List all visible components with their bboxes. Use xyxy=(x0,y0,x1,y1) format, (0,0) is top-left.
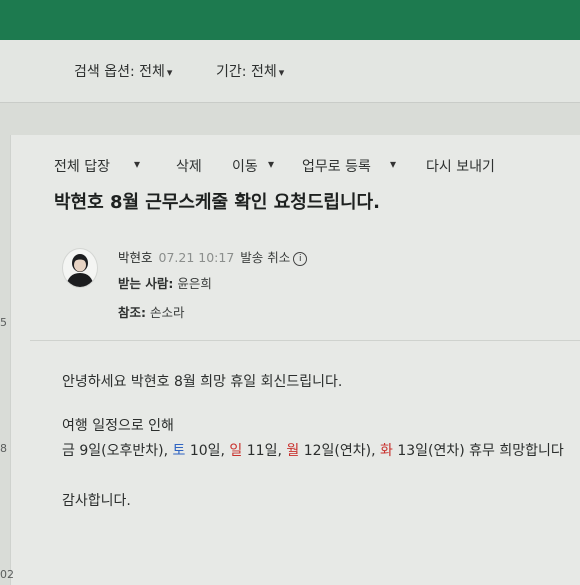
period-value: 전체 xyxy=(250,64,277,80)
search-option-label: 검색 옵션: xyxy=(74,64,135,80)
recipients-row: 받는 사람: 윤은희 xyxy=(118,273,212,292)
search-option-value: 전체 xyxy=(139,64,165,80)
chevron-down-icon[interactable]: ▾ xyxy=(268,157,274,171)
sender-name[interactable]: 박현호 xyxy=(118,250,153,265)
body-greeting: 안녕하세요 박현호 8월 희망 휴일 회신드립니다. xyxy=(62,374,343,390)
body-reason: 여행 일정으로 인해 xyxy=(62,418,174,434)
cc-recipient[interactable]: 손소라 xyxy=(150,305,185,320)
date-text: 10일, xyxy=(185,443,230,459)
day-sat: 토 xyxy=(172,443,186,459)
body-closing: 감사합니다. xyxy=(62,493,131,509)
day-fri: 금 xyxy=(62,443,75,459)
to-label: 받는 사람: xyxy=(118,276,174,291)
sender-line: 박현호 07.21 10:17 발송 취소 i xyxy=(118,247,308,266)
info-icon[interactable]: i xyxy=(293,252,308,266)
mail-subject: 박현호 8월 근무스케줄 확인 요청드립니다. xyxy=(54,192,380,213)
cc-label: 참조: xyxy=(118,305,146,320)
header-divider xyxy=(30,340,580,341)
person-icon xyxy=(66,254,94,287)
day-tue: 화 xyxy=(379,443,393,459)
register-task-button[interactable]: 업무로 등록 xyxy=(302,156,371,176)
app-top-bar xyxy=(0,0,580,40)
search-option-dropdown[interactable]: 검색 옵션: 전체 ▾ xyxy=(74,61,172,81)
sent-time: 07.21 10:17 xyxy=(158,250,235,265)
chevron-down-icon[interactable]: ▾ xyxy=(390,157,396,171)
to-recipient[interactable]: 윤은희 xyxy=(177,276,212,291)
list-gutter-number: 02 xyxy=(0,568,14,581)
date-text: 12일(연차), xyxy=(299,443,380,459)
list-gutter-number: 5 xyxy=(0,316,7,329)
cc-row: 참조: 손소라 xyxy=(118,302,185,321)
cancel-send-button[interactable]: 발송 취소 xyxy=(240,250,290,265)
delete-button[interactable]: 삭제 xyxy=(176,156,202,176)
date-text: 13일(연차) 휴무 희망합니다 xyxy=(392,443,564,459)
date-text: 11일, xyxy=(242,443,287,459)
period-dropdown[interactable]: 기간: 전체 ▾ xyxy=(216,61,284,81)
list-gutter-number: 8 xyxy=(0,442,7,455)
chevron-down-icon: ▾ xyxy=(166,66,173,79)
date-text: 9일(오후반차), xyxy=(74,443,173,459)
body-dates-line: 금 9일(오후반차), 토 10일, 일 11일, 월 12일(연차), 화 1… xyxy=(62,440,564,460)
period-label: 기간: xyxy=(216,64,247,80)
day-sun: 일 xyxy=(229,443,243,459)
avatar[interactable] xyxy=(62,248,98,288)
reply-all-button[interactable]: 전체 답장 xyxy=(54,156,110,176)
chevron-down-icon: ▾ xyxy=(278,66,285,79)
day-mon: 월 xyxy=(286,443,300,459)
move-button[interactable]: 이동 xyxy=(232,156,258,176)
chevron-down-icon[interactable]: ▾ xyxy=(134,157,140,171)
resend-button[interactable]: 다시 보내기 xyxy=(426,156,495,176)
